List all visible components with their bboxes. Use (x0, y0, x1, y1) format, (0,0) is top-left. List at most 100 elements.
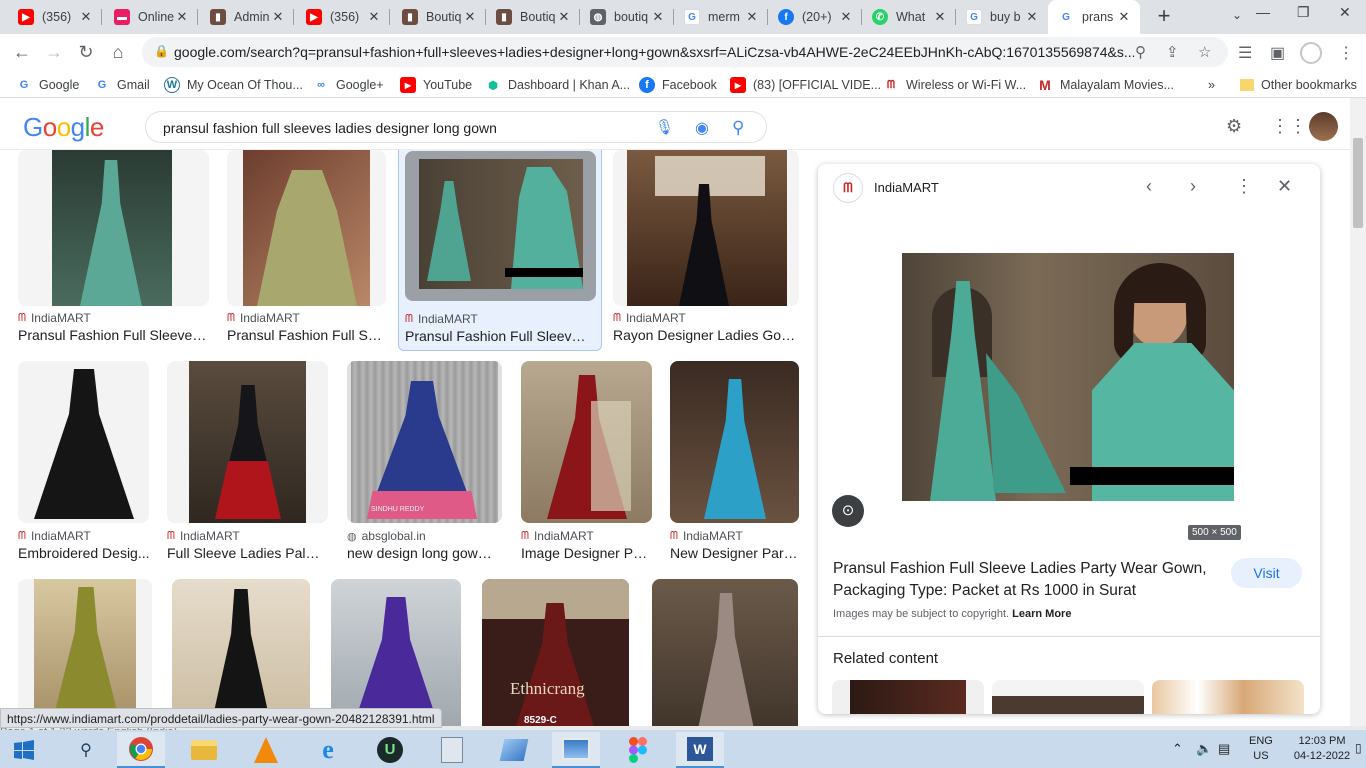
related-thumbnail[interactable] (832, 680, 984, 714)
lock-icon[interactable]: 🔒 (154, 44, 169, 58)
preview-image[interactable] (902, 253, 1234, 501)
close-icon[interactable]: ✕ (366, 9, 382, 25)
result-thumbnail[interactable] (670, 361, 799, 523)
lens-icon[interactable]: ◉ (695, 118, 709, 138)
result-thumbnail[interactable] (18, 150, 209, 306)
bookmark-item[interactable]: f Facebook (639, 75, 717, 95)
close-icon[interactable]: ✕ (174, 9, 190, 25)
settings-gear-icon[interactable]: ⚙ (1226, 116, 1242, 137)
other-bookmarks[interactable]: Other bookmarks (1240, 75, 1357, 95)
search-input[interactable]: pransul fashion full sleeves ladies desi… (163, 120, 497, 136)
result-thumbnail[interactable] (405, 151, 596, 301)
panel-title[interactable]: Pransul Fashion Full Sleeve Ladies Party… (833, 558, 1233, 602)
tab[interactable]: ▶ (356) ✕ (8, 0, 102, 34)
address-bar[interactable]: 🔒 google.com/search?q=pransul+fashion+fu… (142, 37, 1228, 67)
close-icon[interactable]: ✕ (270, 9, 286, 25)
close-icon[interactable]: ✕ (838, 9, 854, 25)
chevron-up-icon[interactable]: ⌃ (1172, 741, 1183, 757)
reload-icon[interactable]: ↻ (73, 40, 99, 66)
image-result[interactable]: Ethnicrang 8529-C (482, 579, 629, 730)
chevron-left-icon[interactable]: ‹ (1146, 176, 1152, 197)
taskbar-vlc[interactable] (242, 732, 290, 768)
result-caption[interactable]: new design long gown d... (347, 545, 499, 561)
tab[interactable]: ▮ Boutiq ✕ (392, 0, 486, 34)
bookmark-item[interactable]: ▶ (83) [OFFICIAL VIDE... (730, 75, 881, 95)
close-window-icon[interactable]: ✕ (1339, 4, 1351, 21)
tab[interactable]: ◍ boutiq ✕ (580, 0, 674, 34)
result-source[interactable]: ᗰ IndiaMART (227, 311, 300, 325)
taskbar-figma[interactable] (614, 732, 662, 768)
result-source[interactable]: ᗰ IndiaMART (613, 311, 686, 325)
related-thumbnail[interactable] (992, 680, 1144, 714)
result-thumbnail[interactable] (613, 150, 799, 306)
taskbar-word[interactable]: W (676, 732, 724, 768)
zoom-search-icon[interactable]: ⚲ (1135, 43, 1146, 61)
bookmark-item[interactable]: ᗰ Wireless or Wi-Fi W... (883, 75, 1026, 95)
result-source[interactable]: ◍ absglobal.in (347, 529, 426, 543)
result-source[interactable]: ᗰ IndiaMART (18, 311, 91, 325)
restore-icon[interactable]: ❐ (1297, 4, 1310, 21)
bookmark-item[interactable]: M Malayalam Movies... (1037, 75, 1174, 95)
result-thumbnail[interactable]: Ethnicrang 8529-C (482, 579, 629, 730)
bookmark-item[interactable]: ∞ Google+ (313, 75, 384, 95)
new-tab-button[interactable]: + (1152, 5, 1176, 29)
image-result[interactable]: SINDHU REDDY ◍ absglobal.in new design lo… (347, 361, 503, 561)
tab[interactable]: ▮ Boutiq ✕ (486, 0, 580, 34)
image-result[interactable]: ᗰ IndiaMART Rayon Designer Ladies Gown... (613, 150, 801, 343)
result-caption[interactable]: New Designer Party... (670, 545, 798, 561)
result-thumbnail[interactable] (652, 579, 798, 730)
volume-icon[interactable]: 🔈 (1196, 741, 1212, 757)
notification-icon[interactable]: ▯ (1355, 741, 1362, 755)
chevron-right-icon[interactable]: › (1190, 176, 1196, 197)
home-icon[interactable]: ⌂ (105, 40, 131, 66)
clock[interactable]: 12:03 PM 04-12-2022 (1291, 734, 1353, 764)
close-icon[interactable]: ✕ (556, 9, 572, 25)
tab[interactable]: Gbuy b ✕ (956, 0, 1048, 34)
more-bookmarks-icon[interactable]: » (1208, 75, 1215, 95)
tab[interactable]: ▮ Admin ✕ (200, 0, 294, 34)
taskbar-file-explorer[interactable] (180, 732, 228, 768)
image-result[interactable]: ᗰ IndiaMART Pransul Fashion Full Sleeves … (18, 150, 210, 343)
taskbar-photos[interactable] (552, 732, 600, 768)
minimize-icon[interactable]: — (1256, 4, 1270, 20)
google-logo[interactable]: Google (23, 112, 104, 143)
tab[interactable]: ✆ What ✕ (862, 0, 956, 34)
image-result[interactable]: ᗰ IndiaMART Pransul Fashion Full Sle... (227, 150, 387, 343)
result-caption[interactable]: Embroidered Desig... (18, 545, 150, 561)
bookmark-item[interactable]: ▶ YouTube (400, 75, 472, 95)
close-icon[interactable]: ✕ (1277, 176, 1292, 197)
bookmark-item[interactable]: W My Ocean Of Thou... (164, 75, 303, 95)
result-caption[interactable]: Pransul Fashion Full Sleeves ... (18, 327, 210, 343)
close-icon[interactable]: ✕ (1116, 9, 1132, 25)
taskbar-chrome[interactable] (117, 732, 165, 768)
profile-icon[interactable] (1300, 42, 1322, 64)
bookmark-star-icon[interactable]: ☆ (1198, 43, 1211, 61)
result-source[interactable]: ᗰ IndiaMART (167, 529, 240, 543)
result-source[interactable]: ᗰ IndiaMART (521, 529, 594, 543)
lens-search-icon[interactable]: ⊙ (832, 495, 864, 527)
close-icon[interactable]: ✕ (932, 9, 948, 25)
image-result[interactable]: ᗰ IndiaMART Full Sleeve Ladies Palaz... (167, 361, 329, 561)
network-icon[interactable]: ▤ (1218, 741, 1230, 757)
close-icon[interactable]: ✕ (78, 9, 94, 25)
tab[interactable]: f (20+) ✕ (768, 0, 862, 34)
image-result[interactable]: ᗰ IndiaMART Embroidered Desig... (18, 361, 150, 561)
menu-dots-icon[interactable]: ⋮ (1338, 43, 1354, 63)
tab[interactable]: ▬ Online ✕ (104, 0, 198, 34)
tab[interactable]: Gmerm ✕ (674, 0, 768, 34)
microphone-icon[interactable]: 🎙 (655, 118, 674, 136)
taskbar-app[interactable]: ⚲ (62, 732, 110, 768)
bookmark-item[interactable]: ⬢ Dashboard | Khan A... (485, 75, 630, 95)
bookmark-item[interactable]: G Gmail (94, 75, 150, 95)
language-indicator[interactable]: ENG US (1249, 734, 1273, 764)
result-source[interactable]: ᗰ IndiaMART (670, 529, 743, 543)
close-icon[interactable]: ✕ (462, 9, 478, 25)
result-caption[interactable]: Full Sleeve Ladies Palaz... (167, 545, 327, 561)
close-icon[interactable]: ✕ (1024, 9, 1040, 25)
media-control-icon[interactable]: ☰ (1238, 43, 1252, 63)
scrollbar-thumb[interactable] (1353, 138, 1363, 228)
search-icon[interactable]: ⚲ (732, 118, 744, 138)
result-thumbnail[interactable] (521, 361, 652, 523)
related-thumbnail[interactable] (1152, 680, 1304, 714)
back-icon[interactable]: ← (9, 40, 35, 66)
